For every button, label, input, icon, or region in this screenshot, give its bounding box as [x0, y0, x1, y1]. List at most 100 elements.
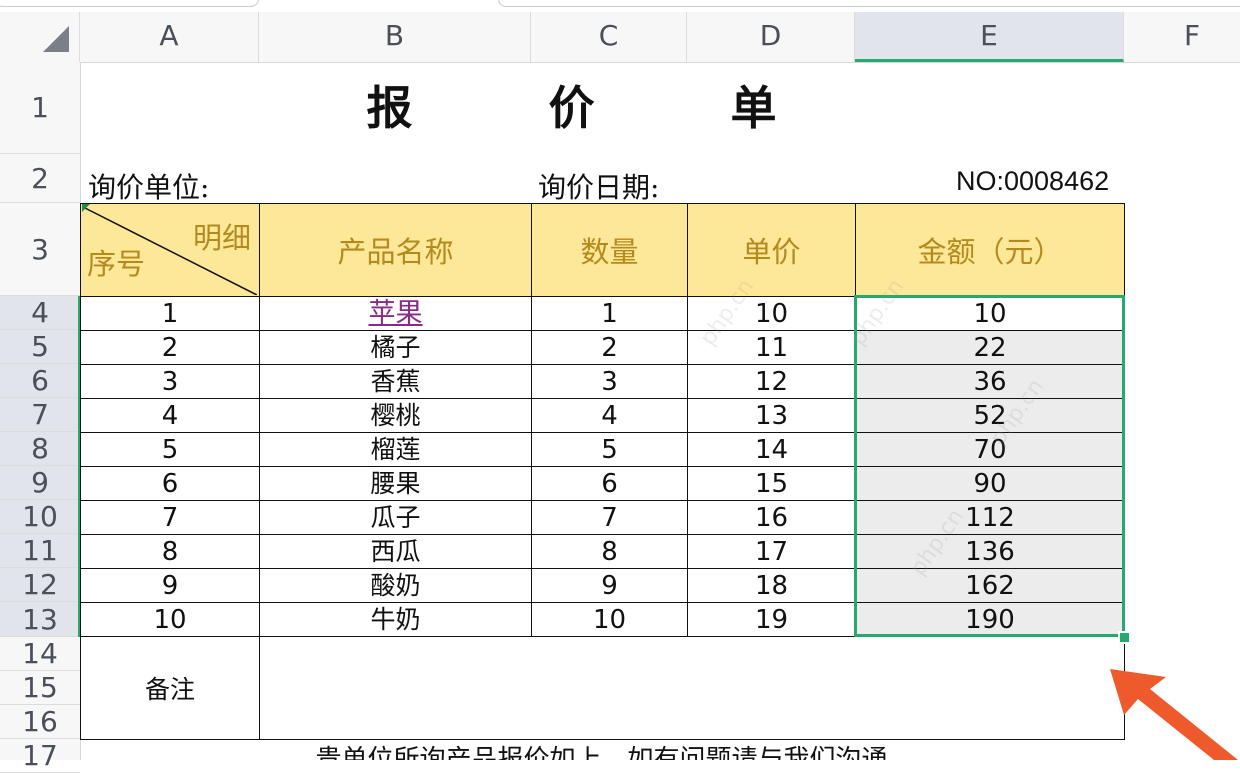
cell-qty[interactable]: 9 — [531, 568, 688, 603]
row-header-7[interactable]: 7 — [0, 398, 80, 432]
cell-qty[interactable]: 3 — [531, 364, 688, 399]
row-header-1[interactable]: 1 — [0, 62, 80, 154]
inquiry-unit-label[interactable]: 询价单位: — [88, 166, 209, 206]
cell-qty[interactable]: 4 — [531, 398, 688, 433]
column-header-c[interactable]: C — [531, 12, 687, 62]
table-row: 9 酸奶 9 18 162 — [80, 568, 1125, 603]
column-header-b[interactable]: B — [259, 12, 531, 62]
cell-price[interactable]: 12 — [687, 364, 856, 399]
row-header-12[interactable]: 12 — [0, 568, 80, 602]
table-row: 8 西瓜 8 17 136 — [80, 534, 1125, 569]
column-header-f[interactable]: F — [1124, 12, 1240, 62]
row-header-4[interactable]: 4 — [0, 296, 80, 330]
column-header: A B C D E F — [0, 12, 1240, 63]
row-header-5[interactable]: 5 — [0, 330, 80, 364]
row-header-14[interactable]: 14 — [0, 637, 80, 671]
cell-price[interactable]: 15 — [687, 466, 856, 501]
cell-amount[interactable]: 136 — [855, 534, 1125, 569]
top-bar-fragment-left — [0, 0, 259, 7]
cell-no[interactable]: 3 — [80, 364, 260, 399]
cell-no[interactable]: 8 — [80, 534, 260, 569]
column-header-d[interactable]: D — [687, 12, 855, 62]
cell-amount[interactable]: 162 — [855, 568, 1125, 603]
cell-price[interactable]: 17 — [687, 534, 856, 569]
page-title[interactable]: 报 价 单 — [80, 62, 1123, 154]
cell-no[interactable]: 6 — [80, 466, 260, 501]
table-row: 5 榴莲 5 14 70 — [80, 432, 1125, 467]
header-unit-price[interactable]: 单价 — [687, 203, 856, 297]
arrow-annotation-icon — [1110, 669, 1238, 760]
cell-product[interactable]: 牛奶 — [259, 602, 532, 637]
cell-qty[interactable]: 10 — [531, 602, 688, 637]
table-row: 2 橘子 2 11 22 — [80, 330, 1125, 365]
cell-no[interactable]: 9 — [80, 568, 260, 603]
row-header-16[interactable]: 16 — [0, 705, 80, 739]
cell-product-link[interactable]: 苹果 — [259, 296, 532, 331]
row-header-10[interactable]: 10 — [0, 500, 80, 534]
row-header-2[interactable]: 2 — [0, 154, 80, 203]
cell-qty[interactable]: 5 — [531, 432, 688, 467]
row-header-9[interactable]: 9 — [0, 466, 80, 500]
cell-product[interactable]: 香蕉 — [259, 364, 532, 399]
table-header-row: 明细 序号 产品名称 数量 单价 金额（元） — [80, 203, 1125, 297]
cell-product[interactable]: 腰果 — [259, 466, 532, 501]
cell-product[interactable]: 瓜子 — [259, 500, 532, 535]
cell-no[interactable]: 10 — [80, 602, 260, 637]
serial-label: 序号 — [87, 247, 146, 281]
cell-product[interactable]: 樱桃 — [259, 398, 532, 433]
footer-note[interactable]: 贵单位所询产品报价如上，如有问题请与我们沟通 — [80, 740, 1123, 760]
row-header-3[interactable]: 3 — [0, 203, 80, 296]
cell-amount[interactable]: 112 — [855, 500, 1125, 535]
cell-qty[interactable]: 8 — [531, 534, 688, 569]
top-bar-fragment-right — [498, 0, 1240, 7]
cell-qty[interactable]: 6 — [531, 466, 688, 501]
diagonal-header-cell[interactable]: 明细 序号 — [80, 203, 260, 297]
table-row: 4 樱桃 4 13 52 — [80, 398, 1125, 433]
table-row: 1 苹果 1 10 10 — [80, 296, 1125, 331]
row-header-13[interactable]: 13 — [0, 602, 80, 637]
cell-price[interactable]: 18 — [687, 568, 856, 603]
quote-table: 明细 序号 产品名称 数量 单价 金额（元） 1 苹果 1 10 10 2 橘子… — [80, 203, 1125, 740]
column-header-a[interactable]: A — [80, 12, 259, 62]
table-row: 3 香蕉 3 12 36 — [80, 364, 1125, 399]
cell-price[interactable]: 13 — [687, 398, 856, 433]
row-header: 1 2 3 4 5 6 7 8 9 10 11 12 13 14 15 16 1… — [0, 62, 81, 773]
inquiry-date-label[interactable]: 询价日期: — [538, 166, 659, 206]
cell-no[interactable]: 2 — [80, 330, 260, 365]
cell-product[interactable]: 橘子 — [259, 330, 532, 365]
cell-amount[interactable]: 190 — [855, 602, 1125, 637]
cell-no[interactable]: 4 — [80, 398, 260, 433]
cell-amount[interactable]: 36 — [855, 364, 1125, 399]
table-row: 6 腰果 6 15 90 — [80, 466, 1125, 501]
cell-amount[interactable]: 90 — [855, 466, 1125, 501]
row-header-11[interactable]: 11 — [0, 534, 80, 568]
cell-qty[interactable]: 7 — [531, 500, 688, 535]
header-product[interactable]: 产品名称 — [259, 203, 532, 297]
quote-number[interactable]: NO:0008462 — [956, 166, 1109, 197]
fill-handle-icon[interactable] — [1118, 631, 1131, 644]
cell-price[interactable]: 14 — [687, 432, 856, 467]
cell-price[interactable]: 16 — [687, 500, 856, 535]
note-content-cell[interactable] — [259, 636, 1125, 740]
note-label[interactable]: 备注 — [80, 636, 260, 740]
row-header-8[interactable]: 8 — [0, 432, 80, 466]
cell-qty[interactable]: 2 — [531, 330, 688, 365]
select-all-button[interactable] — [0, 12, 80, 62]
cell-price[interactable]: 19 — [687, 602, 856, 637]
cell-product[interactable]: 酸奶 — [259, 568, 532, 603]
cell-no[interactable]: 5 — [80, 432, 260, 467]
cell-no[interactable]: 1 — [80, 296, 260, 331]
cell-product[interactable]: 榴莲 — [259, 432, 532, 467]
comment-indicator[interactable] — [82, 204, 90, 212]
cell-qty[interactable]: 1 — [531, 296, 688, 331]
cell-amount[interactable]: 22 — [855, 330, 1125, 365]
row-header-6[interactable]: 6 — [0, 364, 80, 398]
column-header-e[interactable]: E — [855, 12, 1124, 62]
detail-label: 明细 — [192, 221, 251, 255]
cell-amount[interactable]: 52 — [855, 398, 1125, 433]
cell-no[interactable]: 7 — [80, 500, 260, 535]
row-header-17[interactable]: 17 — [0, 739, 80, 773]
row-header-15[interactable]: 15 — [0, 671, 80, 705]
header-qty[interactable]: 数量 — [531, 203, 688, 297]
cell-product[interactable]: 西瓜 — [259, 534, 532, 569]
